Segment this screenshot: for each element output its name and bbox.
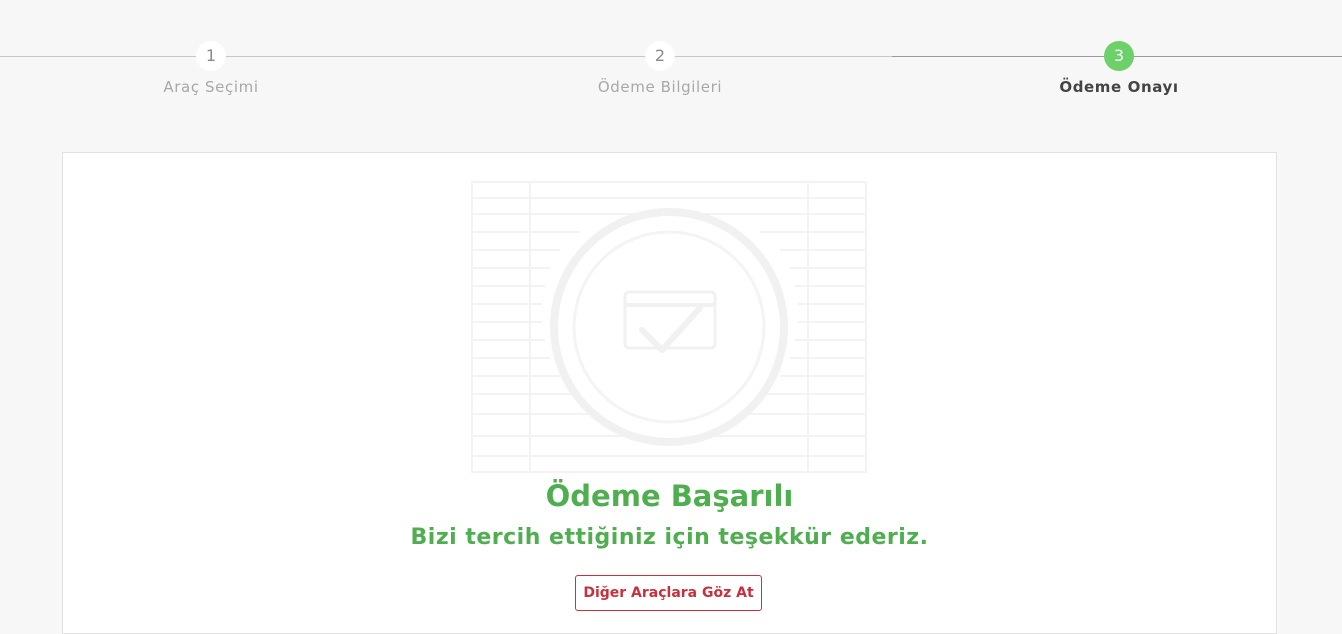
step-number: 2 [645,41,675,71]
checkout-stepper: 1 Araç Seçimi 2 Ödeme Bilgileri 3 Ödeme … [0,0,1342,140]
step-label: Ödeme Onayı [1059,78,1179,96]
step-number: 1 [196,41,226,71]
step-payment-confirmation: 3 Ödeme Onayı [1009,41,1229,96]
step-label: Ödeme Bilgileri [597,78,723,96]
step-payment-info[interactable]: 2 Ödeme Bilgileri [550,41,770,96]
browse-other-vehicles-button[interactable]: Diğer Araçlara Göz At [575,575,762,611]
step-number: 3 [1104,41,1134,71]
confirmation-card: Ödeme Başarılı Bizi tercih ettiğiniz içi… [62,152,1277,634]
thank-you-message: Bizi tercih ettiğiniz için teşekkür eder… [410,525,929,550]
step-vehicle-selection[interactable]: 1 Araç Seçimi [101,41,321,96]
success-title: Ödeme Başarılı [545,479,794,513]
payment-success-illustration [471,181,867,473]
step-label: Araç Seçimi [163,78,259,96]
